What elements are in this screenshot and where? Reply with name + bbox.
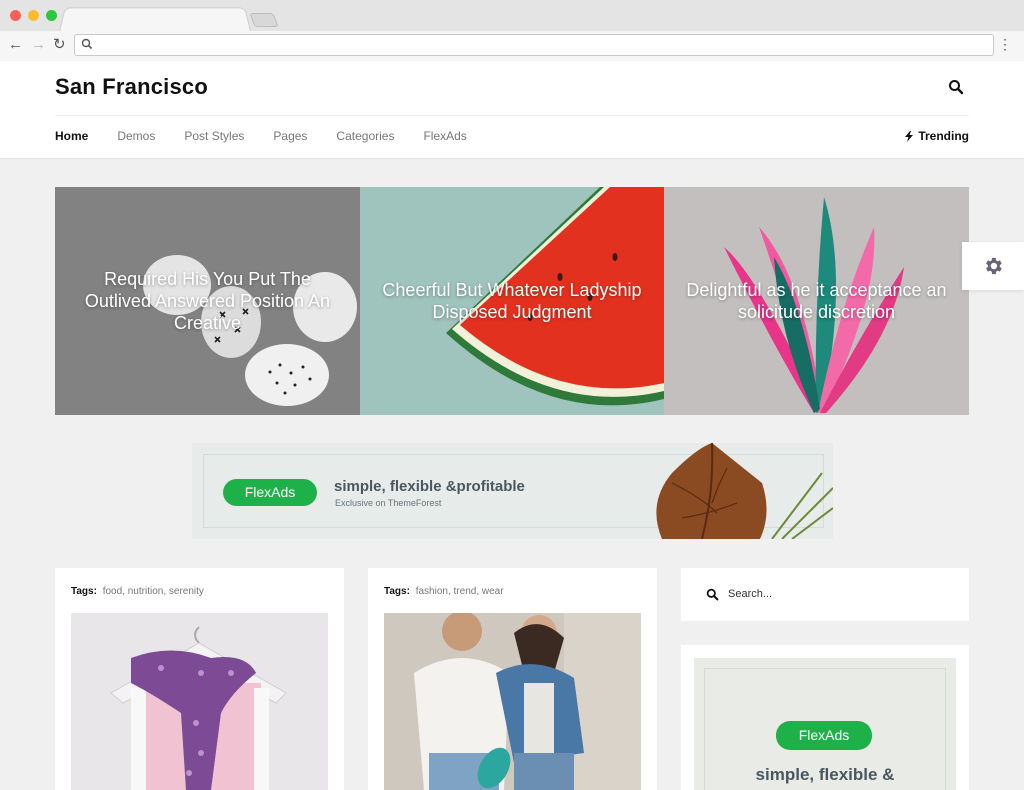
main-menu: Home Demos Post Styles Pages Categories … bbox=[55, 129, 496, 143]
site-logo[interactable]: San Francisco bbox=[55, 74, 208, 100]
maximize-window-button[interactable] bbox=[46, 10, 57, 21]
tag-link[interactable]: food bbox=[103, 586, 122, 597]
hero-slide-title[interactable]: Cheerful But Whatever Ladyship Disposed … bbox=[374, 187, 650, 415]
menu-item-flexads[interactable]: FlexAds bbox=[423, 129, 466, 143]
menu-item-categories[interactable]: Categories bbox=[336, 129, 394, 143]
search-icon bbox=[81, 38, 93, 50]
tag-link[interactable]: serenity bbox=[169, 586, 204, 597]
scarf-image bbox=[71, 613, 328, 790]
ad-headline: simple, flexible & bbox=[755, 765, 895, 784]
couple-image bbox=[384, 613, 641, 790]
address-bar[interactable] bbox=[74, 34, 994, 56]
search-icon[interactable] bbox=[948, 79, 964, 95]
flexads-badge: FlexAds bbox=[223, 479, 317, 506]
post-card: Tags: food, nutrition, serenity bbox=[55, 568, 344, 790]
post-card: Tags: fashion, trend, wear bbox=[368, 568, 657, 790]
leaf-image bbox=[656, 443, 833, 539]
menu-item-home[interactable]: Home bbox=[55, 129, 88, 143]
flexads-badge: FlexAds bbox=[776, 721, 872, 750]
sidebar-ad-widget: FlexAds simple, flexible & bbox=[681, 645, 969, 790]
ad-banner[interactable]: FlexAds simple, flexible &profitable Exc… bbox=[192, 443, 833, 539]
sidebar-search[interactable]: Search... bbox=[681, 568, 969, 621]
hero-slide-title[interactable]: Required His You Put The Outlived Answer… bbox=[69, 187, 346, 415]
ad-subline: Exclusive on ThemeForest bbox=[335, 498, 442, 508]
tags-label: Tags: bbox=[71, 586, 97, 597]
tag-link[interactable]: trend bbox=[454, 586, 477, 597]
header-divider bbox=[55, 115, 969, 116]
close-window-button[interactable] bbox=[10, 10, 21, 21]
reload-icon[interactable]: ↻ bbox=[53, 35, 66, 55]
post-image[interactable] bbox=[71, 613, 328, 790]
hero-slide-watermelon[interactable]: Cheerful But Whatever Ladyship Disposed … bbox=[360, 187, 664, 415]
minimize-window-button[interactable] bbox=[28, 10, 39, 21]
site-header: San Francisco Home Demos Post Styles Pag… bbox=[0, 61, 1024, 159]
new-tab-button[interactable] bbox=[249, 13, 279, 27]
forward-arrow-icon[interactable]: → bbox=[31, 35, 46, 55]
hero-slide-feathers[interactable]: Delightful as he it acceptance an solici… bbox=[664, 187, 969, 415]
trending-label: Trending bbox=[918, 129, 969, 143]
kebab-menu-icon[interactable]: ⋮ bbox=[998, 37, 1012, 51]
back-arrow-icon[interactable]: ← bbox=[8, 35, 23, 55]
tag-link[interactable]: fashion bbox=[416, 586, 448, 597]
menu-item-demos[interactable]: Demos bbox=[117, 129, 155, 143]
search-icon bbox=[706, 588, 719, 601]
lightning-icon bbox=[905, 130, 914, 142]
browser-tab[interactable] bbox=[58, 7, 252, 32]
window-controls bbox=[10, 10, 57, 21]
post-tags: Tags: food, nutrition, serenity bbox=[71, 586, 204, 597]
browser-chrome: ← → ↻ ⋮ bbox=[0, 0, 1024, 60]
tag-link[interactable]: nutrition bbox=[128, 586, 164, 597]
hero-slide-title[interactable]: Delightful as he it acceptance an solici… bbox=[678, 187, 955, 415]
sidebar-ad[interactable]: FlexAds simple, flexible & bbox=[694, 658, 956, 790]
ad-headline: simple, flexible &profitable bbox=[334, 478, 525, 495]
hero-slider: Required His You Put The Outlived Answer… bbox=[55, 187, 969, 415]
menu-item-post-styles[interactable]: Post Styles bbox=[184, 129, 244, 143]
tags-label: Tags: bbox=[384, 586, 410, 597]
settings-button[interactable] bbox=[962, 242, 1024, 290]
trending-link[interactable]: Trending bbox=[905, 129, 969, 143]
post-image[interactable] bbox=[384, 613, 641, 790]
menu-item-pages[interactable]: Pages bbox=[273, 129, 307, 143]
gear-icon bbox=[986, 257, 1002, 275]
search-placeholder: Search... bbox=[728, 588, 773, 600]
tag-link[interactable]: wear bbox=[482, 586, 504, 597]
post-tags: Tags: fashion, trend, wear bbox=[384, 586, 504, 597]
hero-slide-eggs[interactable]: Required His You Put The Outlived Answer… bbox=[55, 187, 360, 415]
